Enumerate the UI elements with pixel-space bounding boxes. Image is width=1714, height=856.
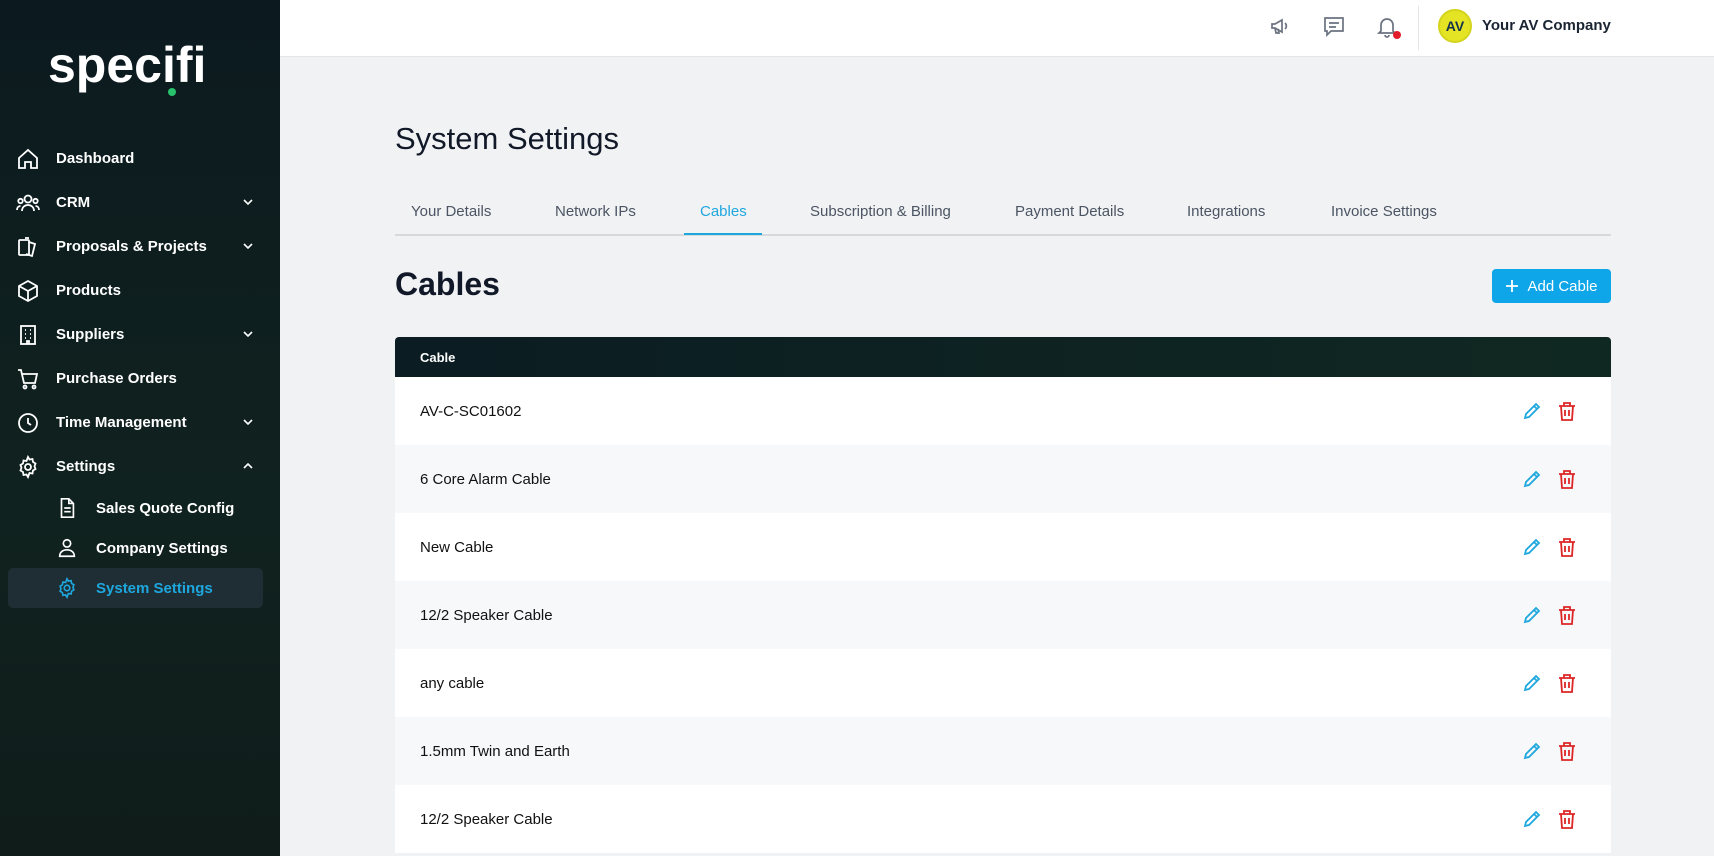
chevron-down-icon[interactable] xyxy=(242,328,254,340)
box-icon xyxy=(18,279,38,303)
sidebar-item-label: Proposals & Projects xyxy=(56,237,207,255)
specifi-logo[interactable]: specifi xyxy=(48,30,218,100)
gear-icon xyxy=(59,577,75,599)
tab-subscription-billing[interactable]: Subscription & Billing xyxy=(810,203,951,220)
file-icon xyxy=(60,498,75,518)
documents-icon xyxy=(18,237,37,258)
sidebar-item-settings[interactable]: Settings xyxy=(0,444,280,488)
sidebar-subitem-company-settings[interactable]: Company Settings xyxy=(0,528,280,568)
column-header-cable: Cable xyxy=(420,349,456,365)
add-cable-button[interactable]: Add Cable xyxy=(1492,269,1611,303)
cable-name: 1.5mm Twin and Earth xyxy=(420,742,570,760)
chevron-down-icon[interactable] xyxy=(242,240,254,252)
sidebar-subitem-label: System Settings xyxy=(96,579,213,597)
tab-network-ips[interactable]: Network IPs xyxy=(555,203,636,220)
section-title: Cables xyxy=(395,266,500,302)
topbar-divider xyxy=(1418,6,1419,50)
sidebar-item-label: Products xyxy=(56,281,122,299)
megaphone-icon[interactable] xyxy=(1269,14,1293,38)
edit-icon[interactable] xyxy=(1522,469,1542,489)
chat-icon[interactable] xyxy=(1322,14,1346,38)
edit-icon[interactable] xyxy=(1522,401,1542,421)
home-icon xyxy=(18,148,38,169)
sidebar: specifi Dashboard CRM Proposals & Projec… xyxy=(0,0,280,856)
add-cable-label: Add Cable xyxy=(1527,277,1598,295)
sidebar-subitem-sales-quote-config[interactable]: Sales Quote Config xyxy=(0,488,280,528)
sidebar-item-label: Suppliers xyxy=(56,325,125,343)
clock-icon xyxy=(18,413,38,433)
tab-integrations[interactable]: Integrations xyxy=(1187,203,1265,220)
sidebar-subitem-label: Sales Quote Config xyxy=(96,499,235,517)
company-name[interactable]: Your AV Company xyxy=(1482,17,1611,34)
table-row: 1.5mm Twin and Earth xyxy=(395,717,1611,785)
sidebar-item-dashboard[interactable]: Dashboard xyxy=(0,136,280,180)
active-tab-indicator xyxy=(684,233,762,235)
notification-dot xyxy=(1393,31,1401,39)
tab-payment-details[interactable]: Payment Details xyxy=(1015,203,1124,220)
sidebar-item-time-management[interactable]: Time Management xyxy=(0,400,280,444)
gear-icon xyxy=(19,455,37,479)
chevron-down-icon[interactable] xyxy=(242,196,254,208)
sidebar-item-label: Settings xyxy=(56,457,116,475)
sidebar-item-crm[interactable]: CRM xyxy=(0,180,280,224)
edit-icon[interactable] xyxy=(1522,741,1542,761)
tab-invoice-settings[interactable]: Invoice Settings xyxy=(1331,203,1437,220)
table-row: AV-C-SC01602 xyxy=(395,377,1611,445)
edit-icon[interactable] xyxy=(1522,537,1542,557)
tab-cables[interactable]: Cables xyxy=(700,203,747,220)
edit-icon[interactable] xyxy=(1522,605,1542,625)
cable-name: any cable xyxy=(420,674,485,692)
sidebar-item-label: Time Management xyxy=(56,413,187,431)
sidebar-item-label: Purchase Orders xyxy=(56,369,177,387)
cables-table: Cable AV-C-SC01602 6 Core Alarm Cable Ne… xyxy=(395,337,1611,853)
cable-name: 6 Core Alarm Cable xyxy=(420,470,551,488)
svg-text:specifi: specifi xyxy=(48,37,206,93)
cart-icon xyxy=(18,369,39,390)
table-header: Cable xyxy=(395,337,1611,377)
table-row: 12/2 Speaker Cable xyxy=(395,785,1611,853)
table-row: 6 Core Alarm Cable xyxy=(395,445,1611,513)
page-title: System Settings xyxy=(395,121,619,156)
tab-your-details[interactable]: Your Details xyxy=(411,203,491,220)
cable-name: 12/2 Speaker Cable xyxy=(420,810,553,828)
trash-icon[interactable] xyxy=(1558,401,1576,421)
sidebar-item-label: Dashboard xyxy=(56,149,135,167)
topbar: AV Your AV Company xyxy=(280,0,1714,57)
sidebar-item-suppliers[interactable]: Suppliers xyxy=(0,312,280,356)
cable-name: 12/2 Speaker Cable xyxy=(420,606,553,624)
edit-icon[interactable] xyxy=(1522,673,1542,693)
table-body: AV-C-SC01602 6 Core Alarm Cable New Cabl… xyxy=(395,377,1611,853)
trash-icon[interactable] xyxy=(1558,741,1576,761)
table-row: 12/2 Speaker Cable xyxy=(395,581,1611,649)
avatar[interactable]: AV xyxy=(1438,9,1472,43)
building-icon xyxy=(20,325,36,345)
users-icon xyxy=(16,194,40,212)
sidebar-item-label: CRM xyxy=(56,193,91,211)
chevron-down-icon[interactable] xyxy=(242,416,254,428)
people-icon xyxy=(58,538,76,558)
trash-icon[interactable] xyxy=(1558,809,1576,829)
settings-tabs: Your Details Network IPs Cables Subscrip… xyxy=(395,193,1611,236)
sidebar-subitem-system-settings[interactable]: System Settings xyxy=(8,568,263,608)
chevron-up-icon[interactable] xyxy=(242,460,254,472)
trash-icon[interactable] xyxy=(1558,537,1576,557)
plus-icon xyxy=(1506,280,1519,292)
sidebar-subitem-label: Company Settings xyxy=(96,539,228,557)
edit-icon[interactable] xyxy=(1522,809,1542,829)
cable-name: AV-C-SC01602 xyxy=(420,402,522,420)
sidebar-item-proposals-projects[interactable]: Proposals & Projects xyxy=(0,224,280,268)
trash-icon[interactable] xyxy=(1558,673,1576,693)
sidebar-nav: Dashboard CRM Proposals & Projects Produ… xyxy=(0,136,280,608)
cable-name: New Cable xyxy=(420,538,494,556)
sidebar-item-purchase-orders[interactable]: Purchase Orders xyxy=(0,356,280,400)
table-row: any cable xyxy=(395,649,1611,717)
trash-icon[interactable] xyxy=(1558,605,1576,625)
trash-icon[interactable] xyxy=(1558,469,1576,489)
table-row: New Cable xyxy=(395,513,1611,581)
sidebar-item-products[interactable]: Products xyxy=(0,268,280,312)
